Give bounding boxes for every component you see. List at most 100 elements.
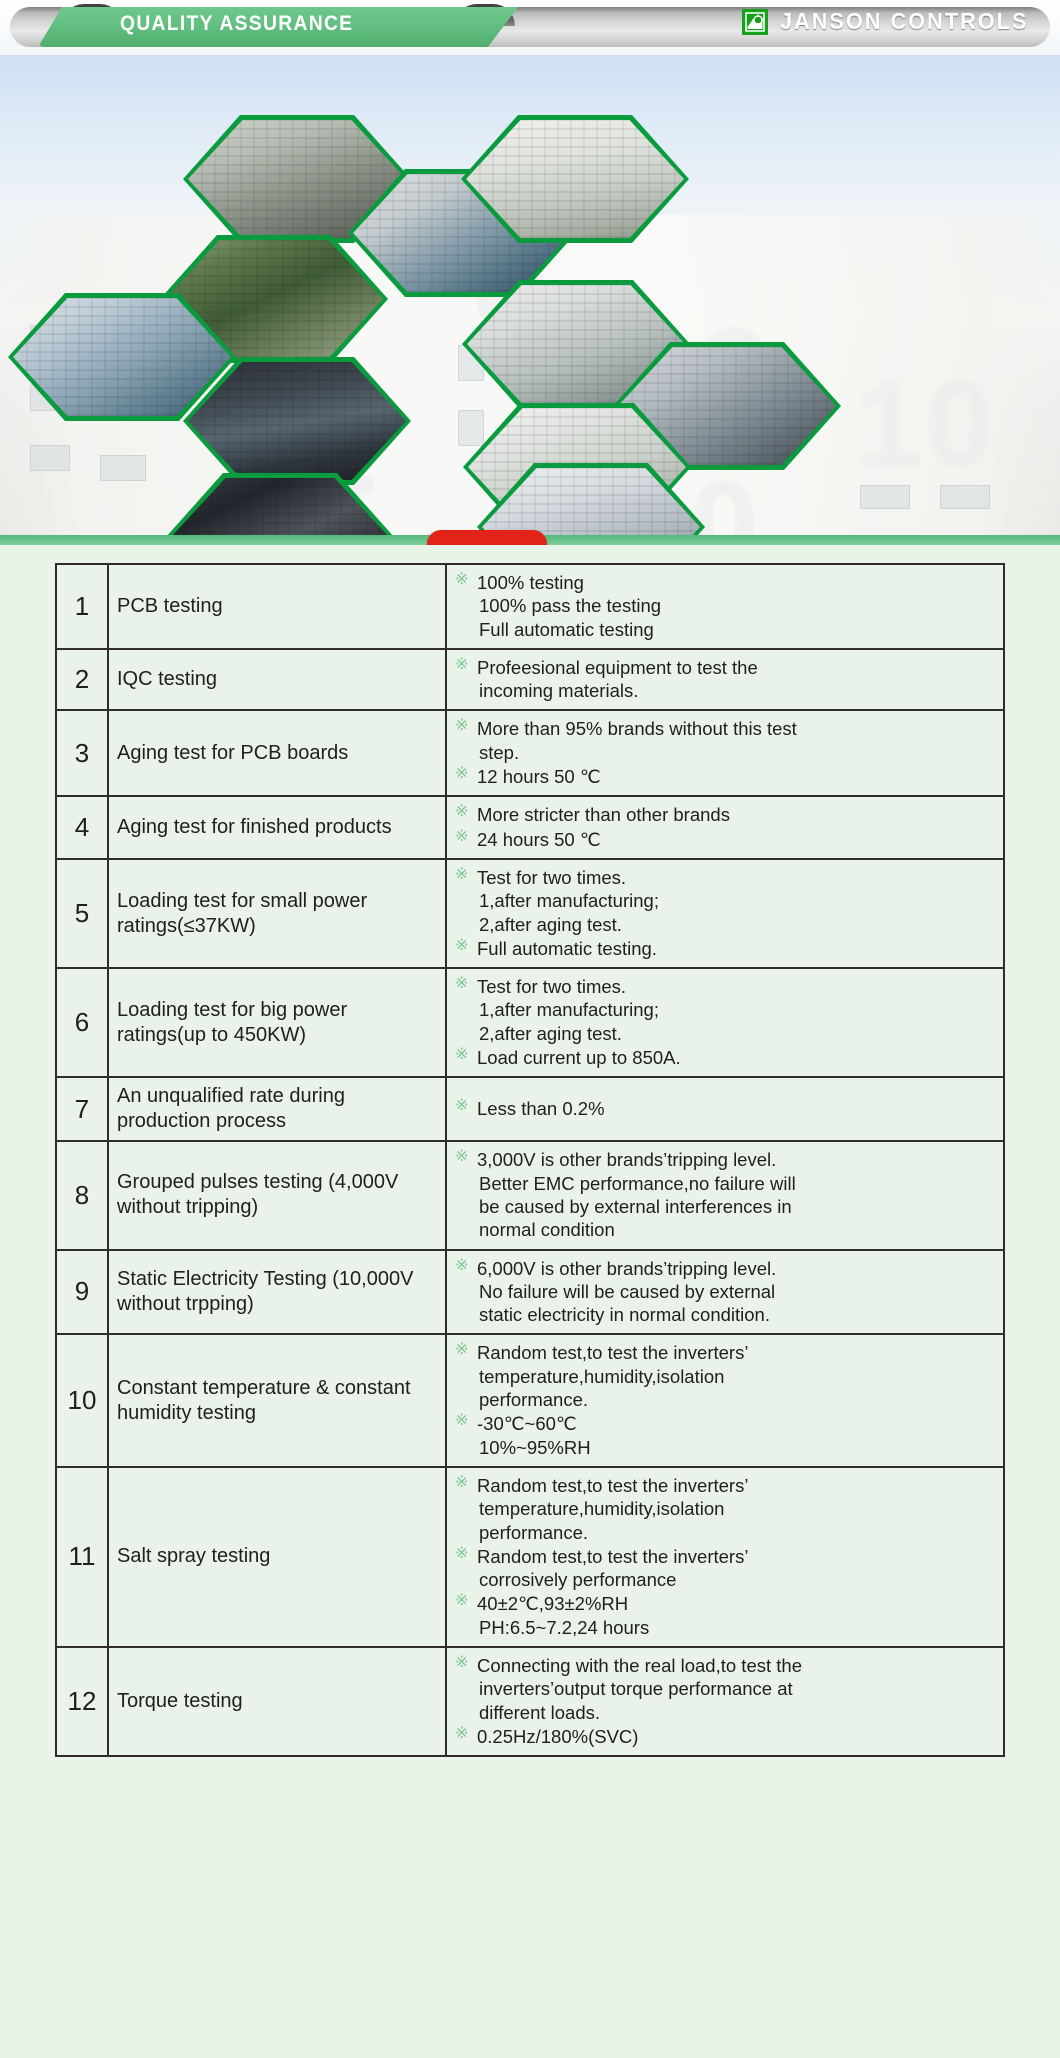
row-number: 11 <box>55 1465 109 1648</box>
janson-gear-logo-icon <box>741 8 768 35</box>
test-item-name: Aging test for PCB boards <box>107 709 447 798</box>
description-list: Random test,to test the inverters’temper… <box>455 1340 995 1459</box>
table-row: 6 Loading test for big power ratings(up t… <box>55 967 1005 1079</box>
list-item-lead: 3,000V is other brands’tripping level. <box>477 1149 777 1171</box>
list-item-lead: Random test,to test the inverters’ <box>477 1342 749 1364</box>
list-item-subline: inverters’output torque performance at <box>479 1678 793 1700</box>
list-item: 100% testing100% pass the testingFull au… <box>455 570 995 641</box>
list-item-lead: Full automatic testing. <box>477 937 657 959</box>
test-item-description: Random test,to test the inverters’temper… <box>445 1333 1005 1468</box>
list-item-lead: More than 95% brands without this test <box>477 718 797 740</box>
table-row: 8 Grouped pulses testing (4,000V without … <box>55 1140 1005 1251</box>
description-list: Connecting with the real load,to test th… <box>455 1653 995 1748</box>
test-item-description: Profeesional equipment to test theincomi… <box>445 647 1005 712</box>
list-item-subline: 1,after manufacturing; <box>479 999 659 1021</box>
list-item: 12 hours 50 ℃ <box>455 764 995 788</box>
list-item-subline: be caused by external interferences in <box>479 1195 792 1217</box>
list-item-subline: Full automatic testing <box>479 618 654 640</box>
test-item-description: 6,000V is other brands’tripping level.No… <box>445 1248 1005 1336</box>
test-item-description: Test for two times.1,after manufacturing… <box>445 857 1005 970</box>
list-item: Random test,to test the inverters’temper… <box>455 1340 995 1411</box>
description-list: More than 95% brands without this testst… <box>455 716 995 788</box>
table-row: 11Salt spray testingRandom test,to test … <box>55 1465 1005 1648</box>
test-item-name: Loading test for big power ratings(up to… <box>107 967 447 1079</box>
row-number: 5 <box>55 857 109 970</box>
list-item: Load current up to 850A. <box>455 1045 995 1069</box>
row-number: 8 <box>55 1140 109 1251</box>
table-row: 12Torque testing Connecting with the real… <box>55 1645 1005 1758</box>
list-item: -30℃~60℃10%~95%RH <box>455 1411 995 1459</box>
list-item: Test for two times.1,after manufacturing… <box>455 974 995 1045</box>
description-list: Less than 0.2% <box>455 1096 995 1120</box>
row-number: 10 <box>55 1333 109 1468</box>
test-item-description: 100% testing100% pass the testingFull au… <box>445 563 1005 650</box>
test-item-description: 3,000V is other brands’tripping level.Be… <box>445 1140 1005 1251</box>
description-list: Test for two times.1,after manufacturing… <box>455 974 995 1069</box>
test-item-name: PCB testing <box>107 563 447 650</box>
list-item-subline: PH:6.5~7.2,24 hours <box>479 1616 650 1638</box>
list-item-lead: Connecting with the real load,to test th… <box>477 1654 802 1676</box>
fail-stamp-label: FAIL <box>438 543 536 545</box>
page-title: QUALITY ASSURANCE <box>120 12 354 35</box>
list-item-subline: different loads. <box>479 1701 601 1723</box>
list-item-subline: performance. <box>479 1389 588 1411</box>
list-item-subline: temperature,humidity,isolation <box>479 1365 725 1387</box>
list-item: 0.25Hz/180%(SVC) <box>455 1724 995 1748</box>
fail-stamp: FAIL <box>427 530 547 545</box>
list-item: Test for two times.1,after manufacturing… <box>455 865 995 936</box>
description-list: 100% testing100% pass the testingFull au… <box>455 570 995 641</box>
row-number: 3 <box>55 709 109 798</box>
test-item-name: IQC testing <box>107 647 447 712</box>
list-item-subline: performance. <box>479 1521 588 1543</box>
list-item: Connecting with the real load,to test th… <box>455 1653 995 1724</box>
brand-name: JANSON CONTROLS <box>779 8 1029 34</box>
list-item-subline: normal condition <box>479 1219 615 1241</box>
list-item: More stricter than other brands <box>455 802 995 826</box>
list-item-lead: Profeesional equipment to test the <box>477 656 758 678</box>
test-item-description: Random test,to test the inverters’temper… <box>445 1465 1005 1648</box>
list-item-subline: Better EMC performance,no failure will <box>479 1172 796 1194</box>
row-number: 4 <box>55 795 109 860</box>
test-item-name: Loading test for small power ratings(≤37… <box>107 857 447 970</box>
qa-table: 1PCB testing100% testing100% pass the te… <box>55 563 1005 1758</box>
test-item-description: Less than 0.2% <box>445 1076 1005 1143</box>
table-row: 9 Static Electricity Testing (10,000V wit… <box>55 1248 1005 1336</box>
list-item: Random test,to test the inverters’temper… <box>455 1473 995 1544</box>
list-item-subline: corrosively performance <box>479 1569 677 1591</box>
row-number: 6 <box>55 967 109 1079</box>
list-item-lead: 40±2℃,93±2%RH <box>477 1593 629 1615</box>
list-item-subline: 2,after aging test. <box>479 913 622 935</box>
description-list: 3,000V is other brands’tripping level.Be… <box>455 1147 995 1241</box>
list-item-lead: 12 hours 50 ℃ <box>477 766 601 788</box>
list-item-lead: 6,000V is other brands’tripping level. <box>477 1257 777 1279</box>
list-item-subline: No failure will be caused by external <box>479 1280 776 1302</box>
list-item-subline: 10%~95%RH <box>479 1436 591 1458</box>
list-item-subline: incoming materials. <box>479 680 639 702</box>
list-item-subline: 1,after manufacturing; <box>479 890 659 912</box>
list-item-lead: Random test,to test the inverters’ <box>477 1545 749 1567</box>
list-item-lead: -30℃~60℃ <box>477 1413 577 1435</box>
list-item-lead: 100% testing <box>477 572 584 593</box>
test-item-description: Connecting with the real load,to test th… <box>445 1645 1005 1758</box>
list-item: 24 hours 50 ℃ <box>455 827 995 851</box>
test-item-description: More than 95% brands without this testst… <box>445 709 1005 798</box>
test-item-name: Grouped pulses testing (4,000V without t… <box>107 1140 447 1251</box>
list-item-lead: Test for two times. <box>477 976 627 998</box>
test-item-name: An unqualified rate during production pr… <box>107 1076 447 1143</box>
row-number: 12 <box>55 1645 109 1758</box>
table-row: 5 Loading test for small power ratings(≤3… <box>55 857 1005 970</box>
list-item: Random test,to test the inverters’corros… <box>455 1544 995 1592</box>
description-list: 6,000V is other brands’tripping level.No… <box>455 1256 995 1327</box>
list-item-lead: Random test,to test the inverters’ <box>477 1474 749 1496</box>
list-item-lead: Test for two times. <box>477 866 627 888</box>
list-item: More than 95% brands without this testst… <box>455 716 995 764</box>
list-item-subline: 100% pass the testing <box>479 595 662 617</box>
test-item-name: Salt spray testing <box>107 1465 447 1648</box>
list-item-lead: 0.25Hz/180%(SVC) <box>477 1725 639 1747</box>
description-list: Profeesional equipment to test theincomi… <box>455 655 995 703</box>
table-row: 7 An unqualified rate during production p… <box>55 1076 1005 1143</box>
list-item: 3,000V is other brands’tripping level.Be… <box>455 1147 995 1241</box>
list-item-lead: 24 hours 50 ℃ <box>477 828 601 850</box>
list-item: 6,000V is other brands’tripping level.No… <box>455 1256 995 1327</box>
test-item-description: Test for two times.1,after manufacturing… <box>445 967 1005 1079</box>
